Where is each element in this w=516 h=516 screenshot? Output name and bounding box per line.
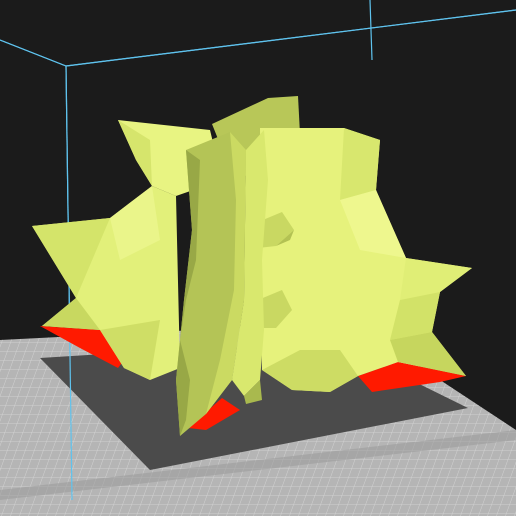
3d-viewport[interactable] [0, 0, 516, 516]
